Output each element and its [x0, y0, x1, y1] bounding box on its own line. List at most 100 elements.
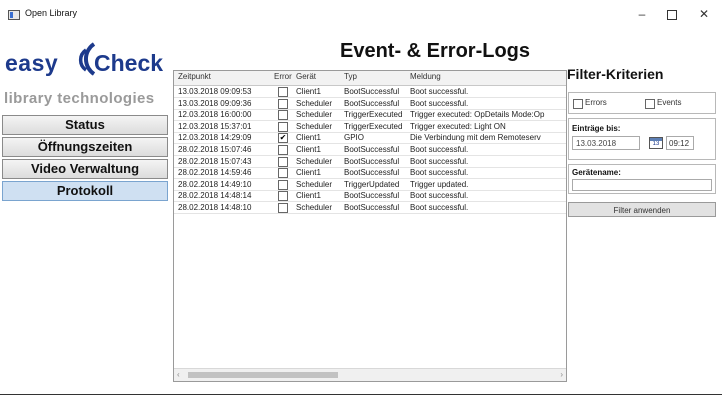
- error-checkbox[interactable]: [278, 121, 288, 132]
- cell-device: Scheduler: [296, 98, 333, 108]
- logo-subtitle: library technologies: [4, 90, 155, 107]
- error-checkbox[interactable]: [278, 179, 288, 190]
- table-row[interactable]: 28.02.2018 14:49:10 Scheduler TriggerUpdat…: [174, 179, 566, 191]
- column-header-time[interactable]: Zeitpunkt: [178, 72, 211, 81]
- table-row[interactable]: 28.02.2018 14:48:14 Client1 BootSuccessful…: [174, 190, 566, 203]
- table-row[interactable]: 12.03.2018 16:00:00 Scheduler TriggerExecu…: [174, 109, 566, 122]
- table-row[interactable]: 28.02.2018 15:07:46 Client1 BootSuccessful…: [174, 144, 566, 156]
- events-checkbox[interactable]: [645, 99, 655, 109]
- column-header-error[interactable]: Error: [274, 72, 292, 81]
- sidebar-nav: Status Öffnungszeiten Video Verwaltung P…: [2, 115, 168, 203]
- cell-device: Client1: [296, 87, 321, 96]
- date-field[interactable]: 13.03.2018: [572, 136, 640, 150]
- horizontal-scrollbar[interactable]: ‹ ›: [174, 368, 566, 381]
- time-field[interactable]: 09:12: [666, 136, 694, 150]
- cell-device: Scheduler: [296, 110, 333, 120]
- page-title: Event- & Error-Logs: [340, 40, 531, 62]
- table-row[interactable]: 28.02.2018 14:59:46 Client1 BootSuccessful…: [174, 167, 566, 180]
- events-label: Events: [657, 98, 682, 107]
- cell-device: Client1: [296, 191, 321, 201]
- cell-type: BootSuccessful: [344, 87, 400, 96]
- table-row[interactable]: 12.03.2018 14:29:09 Client1 GPIO Die Verbin…: [174, 132, 566, 145]
- logo-arc-icon: [78, 42, 96, 76]
- cell-type: TriggerExecuted: [344, 110, 403, 120]
- cell-device: Scheduler: [296, 203, 333, 212]
- maximize-button[interactable]: [660, 5, 684, 23]
- cell-message: Trigger executed: Light ON: [410, 121, 506, 131]
- table-row[interactable]: 13.03.2018 09:09:36 Scheduler BootSuccessf…: [174, 98, 566, 110]
- calendar-icon[interactable]: 13: [649, 137, 663, 149]
- entries-until-label: Einträge bis:: [572, 124, 621, 133]
- cell-device: Scheduler: [296, 156, 333, 166]
- scrollbar-thumb[interactable]: [188, 372, 338, 378]
- error-checkbox[interactable]: [278, 145, 288, 155]
- logo-check-text: Check: [94, 50, 164, 76]
- cell-time: 28.02.2018 15:07:43: [178, 156, 252, 166]
- column-header-type[interactable]: Typ: [344, 72, 357, 81]
- cell-type: TriggerUpdated: [344, 179, 400, 189]
- cell-time: 12.03.2018 14:29:09: [178, 133, 252, 143]
- nav-button-status[interactable]: Status: [2, 115, 168, 135]
- device-name-label: Gerätename:: [572, 168, 621, 177]
- scroll-right-icon[interactable]: ›: [560, 369, 563, 381]
- cell-message: Boot successful.: [410, 203, 469, 212]
- cell-type: BootSuccessful: [344, 145, 400, 154]
- cell-time: 28.02.2018 14:59:46: [178, 168, 252, 178]
- cell-time: 12.03.2018 16:00:00: [178, 110, 252, 120]
- cell-type: BootSuccessful: [344, 191, 400, 201]
- cell-type: TriggerExecuted: [344, 121, 403, 131]
- logo-easy-text: easy: [5, 50, 59, 76]
- cell-type: BootSuccessful: [344, 168, 400, 178]
- column-header-message[interactable]: Meldung: [410, 72, 441, 81]
- cell-time: 28.02.2018 15:07:46: [178, 145, 252, 154]
- cell-time: 12.03.2018 15:37:01: [178, 121, 252, 131]
- cell-time: 28.02.2018 14:48:10: [178, 203, 252, 212]
- cell-message: Boot successful.: [410, 98, 469, 108]
- cell-time: 13.03.2018 09:09:53: [178, 87, 252, 96]
- device-name-input[interactable]: [572, 179, 712, 191]
- errors-checkbox[interactable]: [573, 99, 583, 109]
- table-row[interactable]: 28.02.2018 15:07:43 Scheduler BootSuccessf…: [174, 156, 566, 168]
- table-header: Zeitpunkt Error Gerät Typ Meldung: [174, 71, 566, 86]
- filter-type-group: Errors Events: [568, 92, 716, 114]
- app-icon: [8, 10, 20, 20]
- nav-button-video-management[interactable]: Video Verwaltung: [2, 159, 168, 179]
- table-row[interactable]: 13.03.2018 09:09:53 Client1 BootSuccessful…: [174, 86, 566, 98]
- easycheck-logo: easy Check library technologies: [2, 32, 167, 112]
- cell-device: Scheduler: [296, 179, 333, 189]
- cell-device: Client1: [296, 145, 321, 154]
- cell-device: Client1: [296, 133, 321, 143]
- column-header-device[interactable]: Gerät: [296, 72, 316, 81]
- scroll-left-icon[interactable]: ‹: [177, 369, 180, 381]
- error-checkbox[interactable]: [278, 110, 288, 121]
- cell-type: GPIO: [344, 133, 365, 143]
- device-name-group: Gerätename:: [568, 164, 716, 194]
- cell-message: Trigger updated.: [410, 179, 469, 189]
- maximize-icon: [667, 10, 677, 20]
- nav-button-opening-hours[interactable]: Öffnungszeiten: [2, 137, 168, 157]
- cell-message: Boot successful.: [410, 87, 469, 96]
- bottom-border: [0, 394, 722, 395]
- cell-type: BootSuccessful: [344, 98, 400, 108]
- close-button[interactable]: ✕: [692, 5, 716, 23]
- cell-message: Boot successful.: [410, 145, 469, 154]
- error-checkbox[interactable]: [278, 87, 288, 97]
- error-checkbox[interactable]: [278, 191, 288, 202]
- table-row[interactable]: 12.03.2018 15:37:01 Scheduler TriggerExecu…: [174, 121, 566, 133]
- apply-filter-button[interactable]: Filter anwenden: [568, 202, 716, 217]
- cell-type: BootSuccessful: [344, 203, 400, 212]
- log-table[interactable]: Zeitpunkt Error Gerät Typ Meldung 13.03.…: [173, 70, 567, 382]
- error-checkbox[interactable]: [278, 156, 288, 167]
- table-row[interactable]: 28.02.2018 14:48:10 Scheduler BootSuccessf…: [174, 202, 566, 214]
- error-checkbox[interactable]: [278, 98, 288, 109]
- filter-title: Filter-Kriterien: [567, 66, 664, 82]
- error-checkbox[interactable]: [278, 168, 288, 179]
- window-title: Open Library: [25, 8, 78, 18]
- minimize-button[interactable]: –: [630, 5, 654, 23]
- cell-type: BootSuccessful: [344, 156, 400, 166]
- cell-time: 13.03.2018 09:09:36: [178, 98, 252, 108]
- cell-message: Boot successful.: [410, 191, 469, 201]
- error-checkbox[interactable]: ✔: [278, 133, 288, 144]
- error-checkbox[interactable]: [278, 203, 288, 213]
- nav-button-protocol[interactable]: Protokoll: [2, 181, 168, 201]
